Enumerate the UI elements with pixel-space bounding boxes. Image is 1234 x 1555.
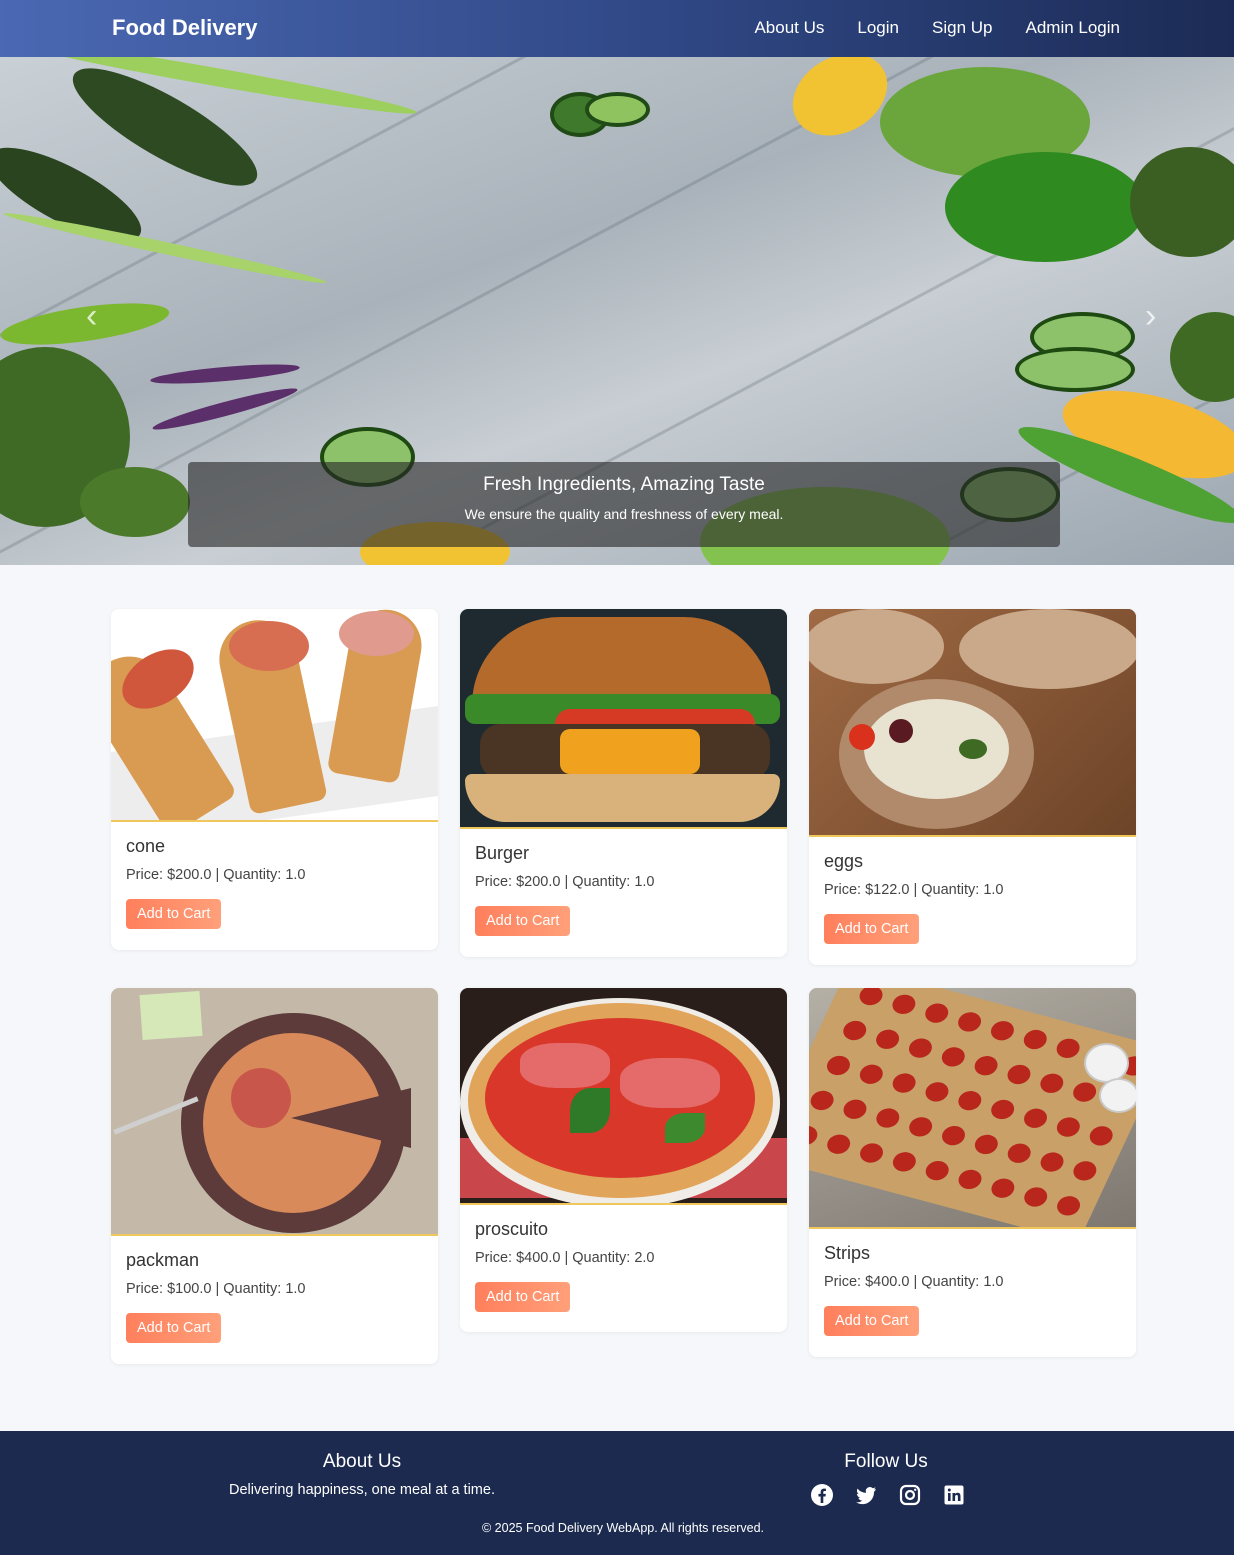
- carousel-prev-icon[interactable]: ‹: [86, 297, 97, 336]
- product-image: [111, 609, 438, 822]
- pepperoni-decoration: [1053, 1115, 1084, 1140]
- product-image: [809, 988, 1136, 1229]
- pepperoni-decoration: [839, 1018, 870, 1043]
- product-card: cone Price: $200.0 | Quantity: 1.0 Add t…: [111, 609, 438, 950]
- pepperoni-decoration: [1020, 1106, 1051, 1131]
- pepperoni-decoration: [1069, 1158, 1100, 1183]
- pepperoni-decoration: [1037, 1149, 1067, 1175]
- nav-admin-login-link[interactable]: Admin Login: [1025, 18, 1120, 38]
- nav-sign-up-link[interactable]: Sign Up: [932, 18, 992, 38]
- pepperoni-decoration: [1053, 1193, 1084, 1218]
- product-price-quantity: Price: $100.0 | Quantity: 1.0: [126, 1281, 306, 1297]
- pepperoni-decoration: [1020, 1027, 1051, 1052]
- product-name: Burger: [475, 843, 530, 863]
- brand-logo[interactable]: Food Delivery: [112, 15, 257, 41]
- hero-carousel: ‹ › Fresh Ingredients, Amazing Taste We …: [0, 57, 1234, 565]
- product-card: Strips Price: $400.0 | Quantity: 1.0 Add…: [809, 988, 1136, 1357]
- add-to-cart-button[interactable]: Add to Cart: [126, 1313, 222, 1343]
- pepperoni-decoration: [809, 1088, 838, 1113]
- pepperoni-decoration: [922, 1158, 953, 1183]
- pepperoni-decoration: [921, 1001, 952, 1026]
- pepperoni-decoration: [955, 1167, 985, 1192]
- pepperoni-decoration: [905, 1036, 936, 1061]
- product-card: packman Price: $100.0 | Quantity: 1.0 Ad…: [111, 988, 438, 1364]
- pepperoni-decoration: [1004, 1062, 1034, 1087]
- footer-about-title: About Us: [322, 1451, 402, 1472]
- product-price-quantity: Price: $200.0 | Quantity: 1.0: [475, 874, 655, 890]
- product-image: [460, 609, 787, 829]
- add-to-cart-button[interactable]: Add to Cart: [824, 914, 920, 944]
- product-card: Burger Price: $200.0 | Quantity: 1.0 Add…: [460, 609, 787, 957]
- pepperoni-decoration: [987, 1097, 1018, 1122]
- product-price-quantity: Price: $400.0 | Quantity: 2.0: [475, 1250, 655, 1266]
- pepperoni-decoration: [872, 1027, 903, 1052]
- product-name: Strips: [824, 1243, 871, 1263]
- pepperoni-decoration: [856, 1140, 887, 1166]
- product-image: [460, 988, 787, 1205]
- instagram-icon[interactable]: [898, 1483, 922, 1507]
- pepperoni-decoration: [905, 1114, 936, 1139]
- add-to-cart-button[interactable]: Add to Cart: [126, 899, 222, 929]
- pepperoni-decoration: [938, 1123, 969, 1148]
- product-name: cone: [126, 836, 166, 856]
- pepperoni-decoration: [1004, 1141, 1035, 1166]
- copyright-text: © 2025 Food Delivery WebApp. All rights …: [481, 1521, 765, 1535]
- pepperoni-decoration: [987, 1018, 1018, 1043]
- pepperoni-decoration: [809, 1123, 821, 1148]
- footer-about-text: Delivering happiness, one meal at a time…: [229, 1482, 495, 1498]
- social-links: [810, 1483, 966, 1507]
- pepperoni-decoration: [889, 1071, 920, 1096]
- product-price-quantity: Price: $200.0 | Quantity: 1.0: [126, 867, 306, 883]
- product-card: eggs Price: $122.0 | Quantity: 1.0 Add t…: [809, 609, 1136, 965]
- product-name: packman: [126, 1250, 200, 1270]
- nav-links: About Us Login Sign Up Admin Login: [754, 18, 1120, 38]
- pepperoni-decoration: [823, 1132, 854, 1157]
- pepperoni-decoration: [1053, 1036, 1084, 1061]
- twitter-icon[interactable]: [854, 1483, 878, 1507]
- product-price-quantity: Price: $122.0 | Quantity: 1.0: [824, 882, 1004, 898]
- pepperoni-decoration: [856, 988, 886, 1008]
- carousel-caption: Fresh Ingredients, Amazing Taste We ensu…: [188, 462, 1060, 547]
- carousel-next-icon[interactable]: ›: [1145, 297, 1156, 336]
- caption-text: We ensure the quality and freshness of e…: [464, 506, 784, 522]
- pepperoni-decoration: [922, 1079, 952, 1104]
- add-to-cart-button[interactable]: Add to Cart: [475, 1282, 571, 1312]
- page-footer: About Us Delivering happiness, one meal …: [0, 1431, 1234, 1555]
- nav-login-link[interactable]: Login: [857, 18, 899, 38]
- pepperoni-decoration: [1020, 1184, 1051, 1210]
- pepperoni-decoration: [1086, 1123, 1117, 1148]
- pepperoni-decoration: [823, 1053, 854, 1078]
- add-to-cart-button[interactable]: Add to Cart: [824, 1306, 920, 1336]
- pepperoni-decoration: [954, 1009, 985, 1034]
- pepperoni-decoration: [888, 992, 919, 1017]
- pepperoni-decoration: [971, 1132, 1002, 1157]
- caption-title: Fresh Ingredients, Amazing Taste: [483, 474, 765, 495]
- pepperoni-decoration: [987, 1176, 1018, 1201]
- linkedin-icon[interactable]: [942, 1483, 966, 1507]
- product-image: [111, 988, 438, 1236]
- pepperoni-decoration: [856, 1062, 887, 1087]
- pepperoni-decoration: [889, 1149, 920, 1174]
- product-price-quantity: Price: $400.0 | Quantity: 1.0: [824, 1274, 1004, 1290]
- product-name: proscuito: [475, 1219, 549, 1239]
- nav-about-us-link[interactable]: About Us: [754, 18, 824, 38]
- add-to-cart-button[interactable]: Add to Cart: [475, 906, 571, 936]
- top-navbar: Food Delivery About Us Login Sign Up Adm…: [0, 0, 1234, 57]
- pepperoni-decoration: [872, 1105, 903, 1131]
- product-card: proscuito Price: $400.0 | Quantity: 2.0 …: [460, 988, 787, 1332]
- facebook-icon[interactable]: [810, 1483, 834, 1507]
- pepperoni-decoration: [971, 1053, 1002, 1078]
- pepperoni-decoration: [954, 1088, 985, 1113]
- product-name: eggs: [824, 851, 864, 871]
- product-image: [809, 609, 1136, 837]
- footer-follow-title: Follow Us: [844, 1451, 928, 1472]
- pepperoni-decoration: [938, 1044, 969, 1069]
- pepperoni-decoration: [1069, 1080, 1100, 1105]
- pepperoni-decoration: [840, 1097, 870, 1122]
- pepperoni-decoration: [1036, 1071, 1067, 1096]
